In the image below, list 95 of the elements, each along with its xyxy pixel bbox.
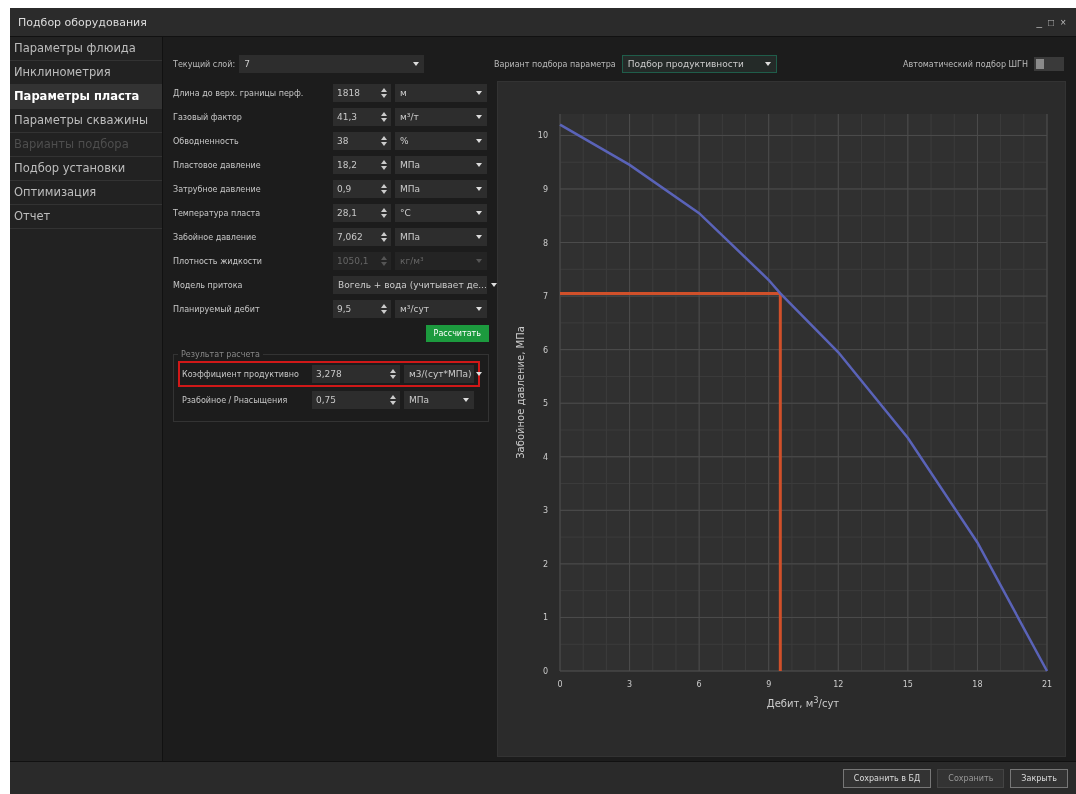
auto-pick-toggle[interactable] (1034, 57, 1064, 71)
unit-dropdown[interactable]: МПа (395, 180, 487, 198)
dropdown-arrow-icon (475, 372, 482, 376)
dropdown-arrow-icon (476, 259, 482, 263)
x-tick-label: 18 (971, 680, 982, 689)
unit-dropdown[interactable]: м³/т (395, 108, 487, 126)
window-title: Подбор оборудования (18, 15, 148, 29)
number-field[interactable]: 9,5 (333, 300, 391, 318)
number-field[interactable]: 0,9 (333, 180, 391, 198)
dropdown-arrow-icon (476, 91, 482, 95)
dropdown-arrow-icon (476, 211, 482, 215)
group-title: Результат расчета (180, 350, 261, 359)
parameter-label: Длина до верх. границы перф. (173, 88, 305, 98)
parameter-label: Пластовое давление (173, 160, 262, 170)
y-tick-label: 4 (542, 452, 548, 462)
spinner-arrows-icon[interactable] (381, 88, 387, 98)
spinner-arrows-icon[interactable] (381, 184, 387, 194)
dropdown-arrow-icon (476, 139, 482, 143)
parameter-label: Забойное давление (173, 232, 258, 242)
unit-dropdown[interactable]: МПа (395, 228, 487, 246)
unit-dropdown[interactable]: МПа (404, 391, 474, 409)
dropdown-arrow-icon (413, 62, 420, 66)
sidebar-item[interactable]: Отчет (10, 205, 162, 229)
unit-dropdown[interactable]: м³/сут (395, 300, 487, 318)
y-tick-label: 3 (542, 506, 548, 516)
y-tick-label: 7 (542, 292, 548, 302)
spinner-arrows-icon[interactable] (381, 160, 387, 170)
layer-dropdown[interactable]: 7 (239, 55, 425, 73)
result-label: Рзабойное / Рнасыщения (182, 395, 289, 405)
variant-label: Вариант подбора параметра (494, 59, 616, 69)
x-axis-title: Дебит, м$^{3}$/сут (765, 695, 841, 710)
window-control-button[interactable]: × (1058, 16, 1068, 28)
number-field[interactable]: 1818 (333, 84, 391, 102)
y-tick-label: 0 (542, 667, 548, 676)
dropdown-arrow-icon (476, 307, 482, 311)
sidebar-item[interactable]: Подбор установки (10, 157, 162, 181)
number-field[interactable]: 18,2 (333, 156, 391, 174)
footer-button[interactable]: Закрыть (1010, 768, 1068, 788)
spinner-arrows-icon[interactable] (381, 112, 387, 122)
spinner-arrows-icon[interactable] (381, 304, 387, 314)
number-field[interactable]: 38 (333, 132, 391, 150)
number-field[interactable]: 28,1 (333, 204, 391, 222)
parameter-label: Обводненность (173, 136, 240, 146)
x-tick-label: 21 (1041, 680, 1052, 689)
parameter-label: Газовый фактор (173, 112, 243, 122)
spinner-arrows-icon[interactable] (390, 369, 396, 379)
spinner-arrows-icon[interactable] (381, 208, 387, 218)
spinner-arrows-icon[interactable] (390, 395, 396, 405)
unit-dropdown[interactable]: °С (395, 204, 487, 222)
dropdown-arrow-icon (476, 187, 482, 191)
spinner-arrows-icon[interactable] (381, 232, 387, 242)
y-axis-title: Забойное давление, МПа (514, 326, 526, 459)
unit-dropdown[interactable]: % (395, 132, 487, 150)
dropdown-arrow-icon (476, 235, 482, 239)
parameter-label: Модель притока (173, 280, 244, 290)
y-tick-label: 1 (542, 613, 548, 623)
y-tick-label: 6 (542, 345, 548, 355)
parameter-label: Планируемый дебит (173, 304, 261, 314)
unit-dropdown[interactable]: м (395, 84, 487, 102)
x-tick-label: 12 (832, 680, 843, 689)
dropdown-arrow-icon (463, 398, 469, 402)
number-field[interactable]: 7,062 (333, 228, 391, 246)
y-tick-label: 8 (542, 238, 548, 248)
number-field[interactable]: 3,278 (312, 365, 400, 383)
layer-label: Текущий слой: (173, 59, 236, 69)
spinner-arrows-icon[interactable] (381, 136, 387, 146)
y-tick-label: 9 (542, 185, 548, 194)
y-tick-label: 2 (542, 559, 548, 569)
x-tick-label: 0 (556, 680, 563, 689)
auto-pick-label: Автоматический подбор ШГН (903, 59, 1028, 69)
x-tick-label: 3 (626, 680, 632, 689)
x-tick-label: 15 (902, 680, 913, 689)
parameter-label: Затрубное давление (173, 184, 262, 194)
sidebar-item[interactable]: Параметры флюида (10, 37, 162, 61)
window-control-button[interactable]: _ (1034, 16, 1045, 28)
unit-dropdown[interactable]: МПа (395, 156, 487, 174)
dropdown-arrow-icon (764, 62, 771, 66)
number-field[interactable]: 0,75 (312, 391, 400, 409)
number-field[interactable]: 41,3 (333, 108, 391, 126)
sidebar-item[interactable]: Параметры пласта (10, 85, 162, 109)
window-control-button[interactable]: □ (1046, 16, 1057, 28)
x-tick-label: 9 (765, 680, 771, 689)
parameter-label: Плотность жидкости (173, 256, 264, 266)
result-label: Коэффициент продуктивно (182, 369, 300, 379)
sidebar-item[interactable]: Параметры скважины (10, 109, 162, 133)
x-tick-label: 6 (696, 680, 702, 689)
calculate-button[interactable]: Рассчитать (425, 325, 489, 342)
y-tick-label: 10 (537, 131, 548, 141)
parameter-label: Температура пласта (173, 208, 262, 218)
footer-button[interactable]: Сохранить в БД (842, 768, 932, 788)
sidebar-item[interactable]: Оптимизация (10, 181, 162, 205)
variant-dropdown[interactable]: Подбор продуктивности (621, 55, 777, 73)
dropdown-arrow-icon (476, 115, 482, 119)
y-tick-label: 5 (542, 399, 548, 409)
dropdown-arrow-icon (476, 163, 482, 167)
